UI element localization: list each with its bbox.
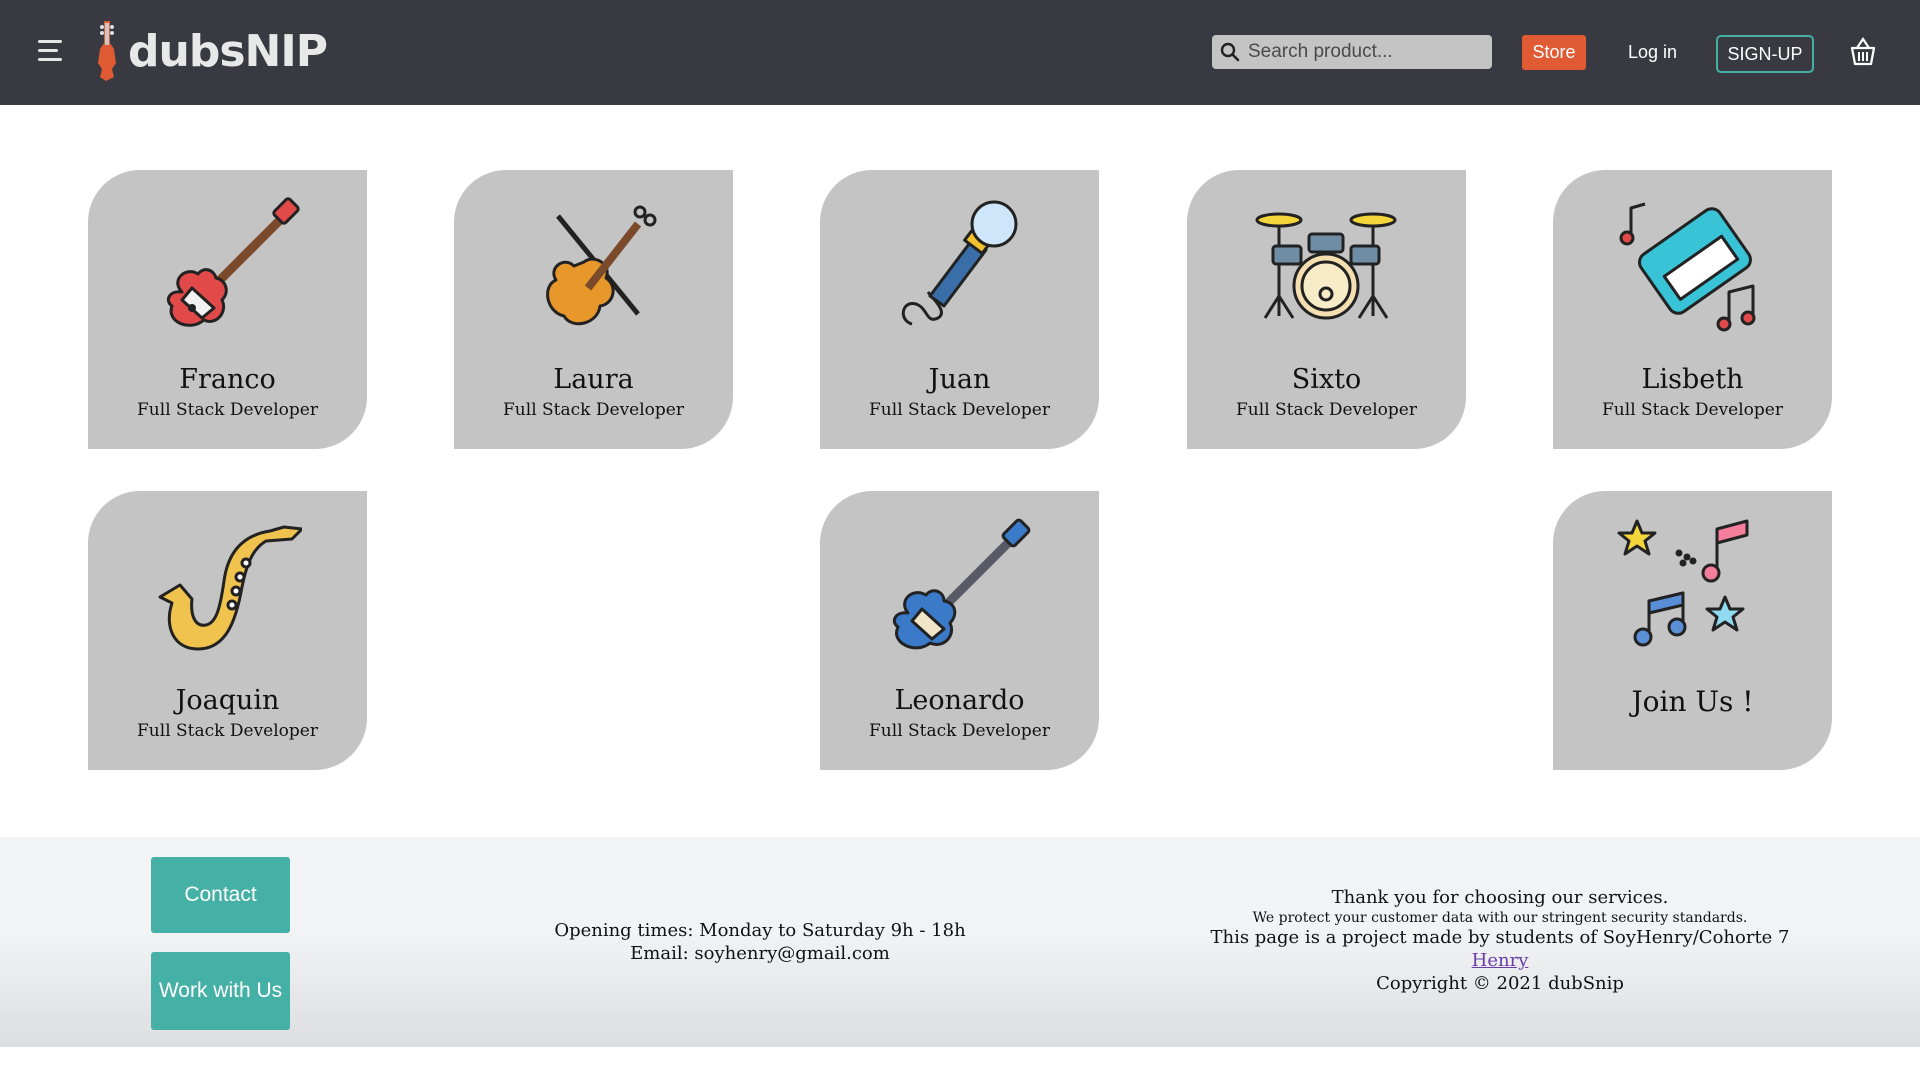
security-text: We protect your customer data with our s…	[1252, 910, 1748, 926]
electric-guitar-icon	[166, 197, 300, 327]
saxophone-icon	[158, 525, 302, 651]
team-card-juan[interactable]: Juan Full Stack Developer	[820, 170, 1099, 449]
guitar-logo-icon	[98, 21, 116, 81]
member-name: Lisbeth	[1641, 364, 1744, 395]
work-with-us-button[interactable]: Work with Us	[151, 952, 290, 1030]
shopping-basket-icon[interactable]	[1848, 36, 1878, 68]
logo[interactable]: dubsNIP	[94, 18, 328, 84]
top-navbar: dubsNIP Store Log in SIGN-UP	[0, 0, 1920, 105]
footer-credits: Thank you for choosing our services. We …	[1175, 887, 1825, 995]
henry-link[interactable]: Henry	[1472, 950, 1529, 971]
search-bar	[1212, 35, 1492, 69]
member-name: Juan	[928, 364, 991, 395]
search-icon	[1220, 42, 1240, 62]
team-card-joaquin[interactable]: Joaquin Full Stack Developer	[88, 491, 367, 770]
member-role: Full Stack Developer	[503, 400, 684, 420]
logo-text: dubsNIP	[128, 25, 328, 77]
violin-icon	[546, 205, 657, 326]
member-role: Full Stack Developer	[1236, 400, 1417, 420]
signup-button[interactable]: SIGN-UP	[1716, 35, 1814, 73]
team-card-franco[interactable]: Franco Full Stack Developer	[88, 170, 367, 449]
footer: Contact Work with Us Opening times: Mond…	[0, 837, 1920, 1047]
join-us-label: Join Us !	[1631, 685, 1754, 718]
drum-kit-icon	[1255, 212, 1397, 320]
thanks-text: Thank you for choosing our services.	[1331, 887, 1669, 908]
team-card-lisbeth[interactable]: Lisbeth Full Stack Developer	[1553, 170, 1832, 449]
member-name: Joaquin	[175, 685, 280, 716]
search-input[interactable]	[1246, 40, 1486, 64]
member-name: Sixto	[1291, 364, 1362, 395]
member-role: Full Stack Developer	[137, 400, 318, 420]
member-role: Full Stack Developer	[137, 721, 318, 741]
copyright-text: Copyright © 2021 dubSnip	[1376, 973, 1624, 994]
team-card-laura[interactable]: Laura Full Stack Developer	[454, 170, 733, 449]
email-text: Email: soyhenry@gmail.com	[630, 943, 890, 964]
bass-guitar-icon	[892, 518, 1031, 650]
team-card-sixto[interactable]: Sixto Full Stack Developer	[1187, 170, 1466, 449]
member-name: Leonardo	[894, 685, 1025, 716]
contact-info: Opening times: Monday to Saturday 9h - 1…	[500, 919, 1020, 965]
team-card-leonardo[interactable]: Leonardo Full Stack Developer	[820, 491, 1099, 770]
member-name: Laura	[553, 364, 634, 395]
member-role: Full Stack Developer	[869, 721, 1050, 741]
join-us-card[interactable]: Join Us !	[1553, 491, 1832, 770]
music-notes-icon	[1617, 519, 1749, 647]
opening-times: Opening times: Monday to Saturday 9h - 1…	[554, 920, 966, 941]
hamburger-menu-icon[interactable]	[38, 40, 66, 64]
contact-button[interactable]: Contact	[151, 857, 290, 933]
keyboard-icon	[1619, 202, 1756, 332]
member-role: Full Stack Developer	[1602, 400, 1783, 420]
member-name: Franco	[179, 364, 276, 395]
microphone-icon	[901, 200, 1018, 326]
project-text: This page is a project made by students …	[1210, 927, 1790, 948]
member-role: Full Stack Developer	[869, 400, 1050, 420]
login-link[interactable]: Log in	[1628, 42, 1677, 63]
store-button[interactable]: Store	[1522, 35, 1586, 70]
